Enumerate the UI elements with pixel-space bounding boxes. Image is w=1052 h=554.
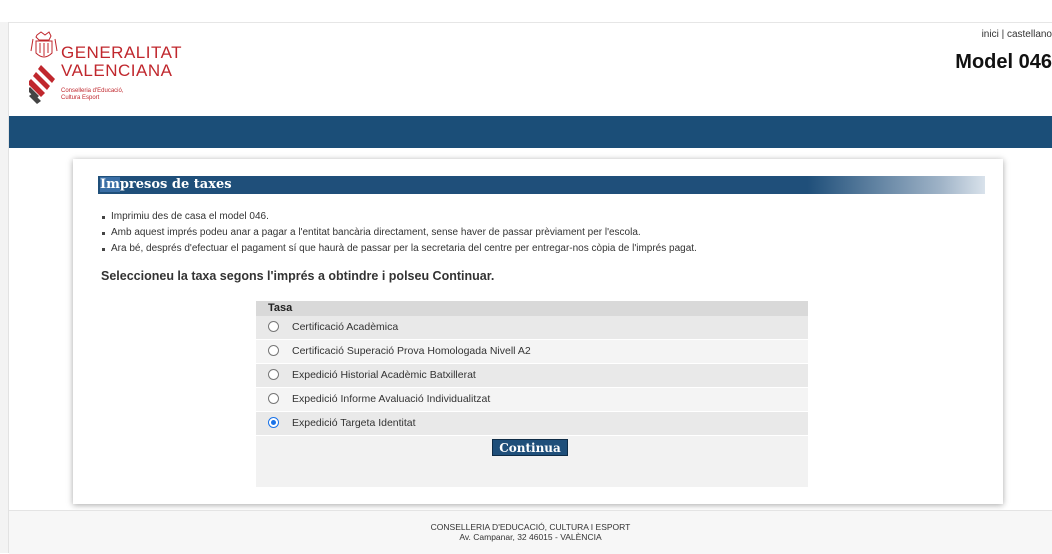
top-links: inici | castellano: [982, 29, 1052, 40]
page: GENERALITAT VALENCIANA Conselleria d'Edu…: [9, 23, 1052, 554]
coat-of-arms-icon: [29, 31, 58, 104]
footer-address: Av. Campanar, 32 46015 - VALÈNCIA: [459, 532, 602, 542]
table-row[interactable]: Certificació Acadèmica: [256, 316, 808, 340]
table-row[interactable]: Certificació Superació Prova Homologada …: [256, 340, 808, 364]
row-label: Certificació Superació Prova Homologada …: [292, 345, 531, 357]
generalitat-logo[interactable]: GENERALITAT VALENCIANA Conselleria d'Edu…: [29, 31, 189, 113]
info-item: Imprimiu des de casa el model 046.: [101, 209, 697, 225]
panel-title-rest: presos de taxes: [119, 177, 232, 192]
table-row[interactable]: Expedició Informe Avaluació Individualit…: [256, 388, 808, 412]
radio-certificacio-academica[interactable]: [268, 321, 279, 332]
info-item: Amb aquest imprés podeu anar a pagar a l…: [101, 225, 697, 241]
logo-title: GENERALITAT VALENCIANA: [61, 43, 183, 80]
row-label: Certificació Acadèmica: [292, 321, 399, 333]
footer-line-1: CONSELLERIA D'EDUCACIÓ, CULTURA I ESPORT: [430, 522, 631, 532]
info-list: Imprimiu des de casa el model 046. Amb a…: [101, 209, 697, 257]
radio-informe-avaluacio[interactable]: [268, 393, 279, 404]
tax-table: Tasa Certificació Acadèmica Certificació…: [256, 301, 808, 487]
link-castellano[interactable]: castellano: [1007, 29, 1052, 40]
taxes-panel: Impresos de taxes Imprimiu des de casa e…: [73, 159, 1003, 504]
button-row: Continua: [256, 436, 808, 459]
instruction-text: Seleccioneu la taxa segons l'imprés a ob…: [101, 269, 495, 283]
panel-title-highlight: Im: [100, 177, 120, 192]
info-item: Ara bé, després d'efectuar el pagament s…: [101, 241, 697, 257]
row-label: Expedició Historial Acadèmic Batxillerat: [292, 369, 476, 381]
footer: CONSELLERIA D'EDUCACIÓ, CULTURA I ESPORT…: [9, 510, 1052, 554]
browser-top-edge: [0, 0, 1052, 23]
radio-targeta-identitat[interactable]: [268, 417, 279, 428]
row-label: Expedició Targeta Identitat: [292, 417, 416, 429]
table-header: Tasa: [256, 301, 808, 316]
page-title: Model 046: [955, 51, 1052, 73]
left-scroll-edge: [0, 22, 9, 553]
table-row[interactable]: Expedició Historial Acadèmic Batxillerat: [256, 364, 808, 388]
radio-historial-academic[interactable]: [268, 369, 279, 380]
header-bar: [9, 116, 1052, 148]
link-separator: |: [998, 29, 1007, 40]
continua-button[interactable]: Continua: [492, 439, 568, 456]
logo-subtitle: Conselleria d'Educació, Cultura Esport: [61, 88, 124, 101]
panel-title: Impresos de taxes: [98, 176, 985, 194]
radio-certificacio-superacio[interactable]: [268, 345, 279, 356]
link-inici[interactable]: inici: [982, 29, 999, 40]
row-label: Expedició Informe Avaluació Individualit…: [292, 393, 491, 405]
table-row[interactable]: Expedició Targeta Identitat: [256, 412, 808, 436]
